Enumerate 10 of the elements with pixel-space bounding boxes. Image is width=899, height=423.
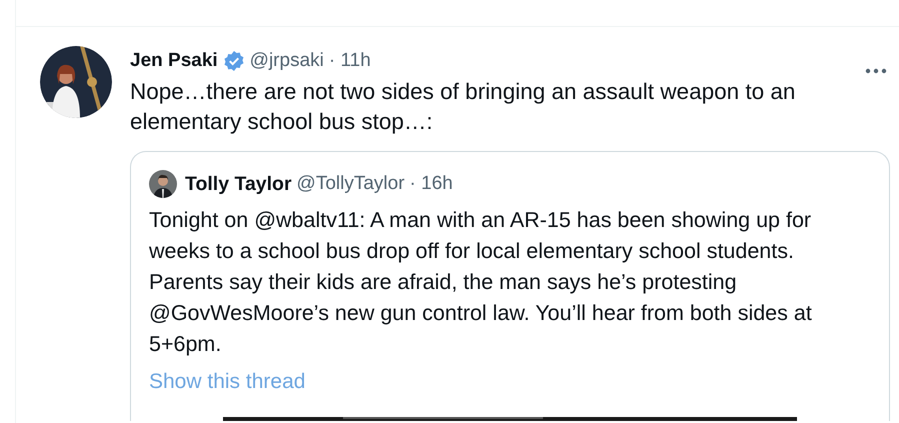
quote-card[interactable] <box>130 151 890 421</box>
tweet-text: Nope…there are not two sides of bringing an assault weapon to an elementary school bus stop…: <box>130 78 796 136</box>
author-handle[interactable]: @jrpsaki <box>250 50 324 72</box>
author-handle[interactable]: @TollyTaylor <box>296 173 405 195</box>
tweet-time: · 16h <box>410 173 453 195</box>
author-name: Jen Psaki <box>130 50 218 72</box>
author-name: Tolly Taylor <box>185 172 292 196</box>
quoted-tweet-text: Tonight on @wbaltv11: A man with an AR-15 has been showing up for weeks to a school bus drop off for local elementary school students. Parents say their kids are afraid, the man says he’s protesting @GovWesMoore’s new gun control law. You’ll hear from both sides at 5+6pm. <box>149 207 813 358</box>
more-icon <box>865 68 887 74</box>
tweet-time: · 11h <box>328 50 371 72</box>
